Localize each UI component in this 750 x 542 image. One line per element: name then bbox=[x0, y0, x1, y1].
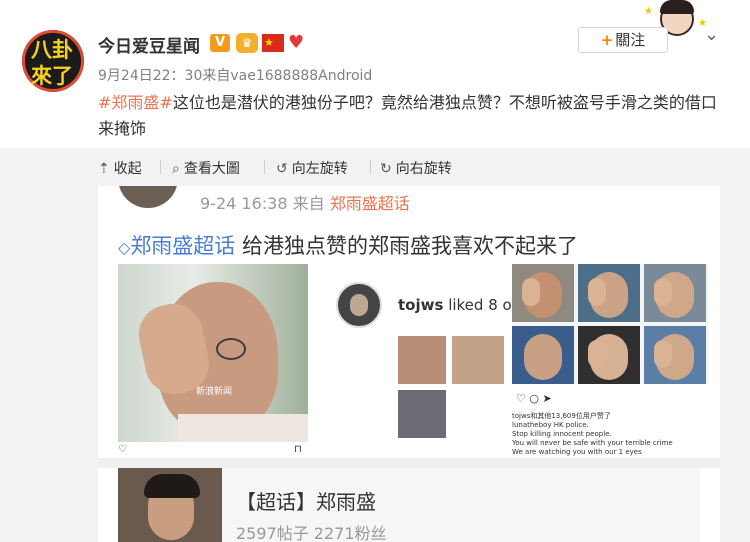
bookmark-icon: ⊓ bbox=[294, 444, 302, 455]
photo-shirt bbox=[178, 414, 308, 442]
screenshot-divider bbox=[98, 458, 720, 468]
grid-hand bbox=[654, 340, 672, 368]
super-topic-card[interactable]: 【超话】郑雨盛 2597帖子 2271粉丝 bbox=[118, 468, 700, 542]
grid-cell bbox=[644, 326, 706, 384]
search-icon: ⌕ bbox=[172, 161, 180, 177]
comment-icon: ○ bbox=[529, 392, 539, 405]
grid-face bbox=[524, 334, 562, 380]
grid-caption: tojws和其他13,609位用户赞了 lunatheboy HK police… bbox=[512, 412, 708, 457]
ig-liked-text: tojws liked 8 o bbox=[398, 296, 512, 314]
grid-hand bbox=[654, 278, 672, 306]
grid-cell bbox=[578, 264, 640, 322]
screenshot-timestamp: 9-24 16:38 来自 郑雨盛超话 bbox=[200, 190, 410, 214]
post-body: 这位也是潜伏的港独份子吧？竟然给港独点赞？不想听被盗号手滑之类的借口来掩饰 bbox=[98, 93, 717, 138]
post-header: 八卦 來了 今日爱豆星闻 V ♛ ★ ♥ ★ ★ + 關注 ⌄ 9月24日22：3… bbox=[0, 0, 750, 148]
view-large-button[interactable]: ⌕ 查看大圖 bbox=[172, 158, 240, 178]
super-topic-icon: ◇ bbox=[118, 238, 131, 257]
grid-cell bbox=[512, 326, 574, 384]
ig-user-face bbox=[350, 294, 368, 316]
ig-user-avatar bbox=[336, 282, 382, 328]
thumb-photo bbox=[398, 336, 446, 384]
screenshot-headline: ◇郑雨盛超话 给港独点赞的郑雨盛我喜欢不起来了 bbox=[118, 230, 578, 260]
grid-hand bbox=[522, 278, 540, 306]
verified-badge: V bbox=[210, 34, 230, 52]
ig-username: tojws bbox=[398, 296, 444, 314]
card-stats: 2597帖子 2271粉丝 bbox=[236, 524, 387, 542]
heart-icon: ♡ bbox=[516, 392, 526, 405]
rotate-left-icon: ↺ bbox=[276, 161, 288, 177]
ig-liked-label: liked 8 o bbox=[448, 296, 512, 314]
post-meta: 9月24日22：30来自vae1688888Android bbox=[98, 68, 373, 84]
grid-caption-line: You will never be safe with your terribl… bbox=[512, 439, 673, 447]
rotate-left-label: 向左旋转 bbox=[291, 161, 348, 177]
crown-badge-icon: ♛ bbox=[236, 33, 258, 53]
flag-badge-icon: ★ bbox=[262, 34, 284, 52]
follow-button[interactable]: + 關注 bbox=[578, 27, 668, 53]
view-large-label: 查看大圖 bbox=[183, 161, 240, 177]
rotate-right-button[interactable]: ↻ 向右旋转 bbox=[380, 158, 452, 178]
embedded-screenshot[interactable]: 9-24 16:38 来自 郑雨盛超话 ◇郑雨盛超话 给港独点赞的郑雨盛我喜欢不… bbox=[98, 186, 720, 542]
collapse-label: 收起 bbox=[113, 161, 142, 177]
toolbar-divider bbox=[370, 160, 371, 174]
sticker-star-icon: ★ bbox=[644, 6, 653, 17]
share-icon: ➤ bbox=[542, 392, 552, 405]
avatar[interactable]: 八卦 來了 bbox=[22, 30, 84, 92]
grid-hand bbox=[588, 340, 606, 368]
grid-cell bbox=[512, 264, 574, 322]
screenshot-headline-topic: 郑雨盛超话 bbox=[130, 234, 236, 258]
user-name[interactable]: 今日爱豆星闻 bbox=[98, 32, 200, 57]
photo-footer: ♡ ⊓ bbox=[118, 442, 308, 458]
thumb-photo bbox=[452, 336, 504, 384]
main-photo: 新浪新闻 bbox=[118, 264, 308, 442]
grid-caption-line: We are watching you with our 1 eyes bbox=[512, 448, 642, 456]
toolbar-divider bbox=[264, 160, 265, 174]
grid-actions: ♡ ○ ➤ bbox=[516, 392, 552, 405]
topic-link[interactable]: #郑雨盛# bbox=[98, 93, 173, 112]
screenshot-time: 9-24 16:38 bbox=[200, 194, 288, 213]
screenshot-from: 来自 bbox=[292, 194, 325, 213]
rotate-right-icon: ↻ bbox=[380, 161, 392, 177]
post-text: #郑雨盛#这位也是潜伏的港独份子吧？竟然给港独点赞？不想听被盗号手滑之类的借口来… bbox=[98, 90, 718, 142]
screenshot-headline-text: 给港独点赞的郑雨盛我喜欢不起来了 bbox=[242, 234, 578, 258]
screenshot-avatar bbox=[118, 186, 178, 208]
photo-grid bbox=[512, 264, 708, 384]
grid-cell bbox=[578, 326, 640, 384]
toolbar-divider bbox=[160, 160, 161, 174]
avatar-text-bottom: 來了 bbox=[31, 64, 73, 88]
plus-icon: + bbox=[600, 31, 614, 49]
follow-label: 關注 bbox=[615, 31, 646, 49]
thumb-photo bbox=[398, 390, 446, 438]
grid-hand bbox=[588, 278, 606, 306]
grid-cell bbox=[644, 264, 706, 322]
card-title: 【超话】郑雨盛 bbox=[236, 490, 376, 514]
sticker-hair bbox=[660, 0, 694, 14]
collapse-button[interactable]: ⇡ 收起 bbox=[98, 158, 142, 178]
rotate-right-label: 向右旋转 bbox=[395, 161, 452, 177]
heart-icon: ♡ bbox=[118, 444, 127, 455]
card-hair bbox=[144, 474, 200, 498]
card-photo bbox=[118, 468, 222, 542]
heart-badge-icon: ♥ bbox=[288, 32, 305, 53]
photo-glasses bbox=[216, 338, 246, 360]
grid-caption-line: lunatheboy HK police. bbox=[512, 421, 589, 429]
grid-caption-line: tojws和其他13,609位用户赞了 bbox=[512, 412, 611, 420]
photo-watermark: 新浪新闻 bbox=[196, 387, 233, 397]
collapse-icon: ⇡ bbox=[98, 161, 110, 177]
screenshot-from-topic: 郑雨盛超话 bbox=[329, 194, 410, 213]
media-toolbar: ⇡ 收起 ⌕ 查看大圖 ↺ 向左旋转 ↻ 向右旋转 bbox=[0, 148, 750, 186]
grid-caption-line: Stop killing innocent people. bbox=[512, 430, 612, 438]
rotate-left-button[interactable]: ↺ 向左旋转 bbox=[276, 158, 348, 178]
chevron-down-icon[interactable]: ⌄ bbox=[704, 24, 719, 45]
